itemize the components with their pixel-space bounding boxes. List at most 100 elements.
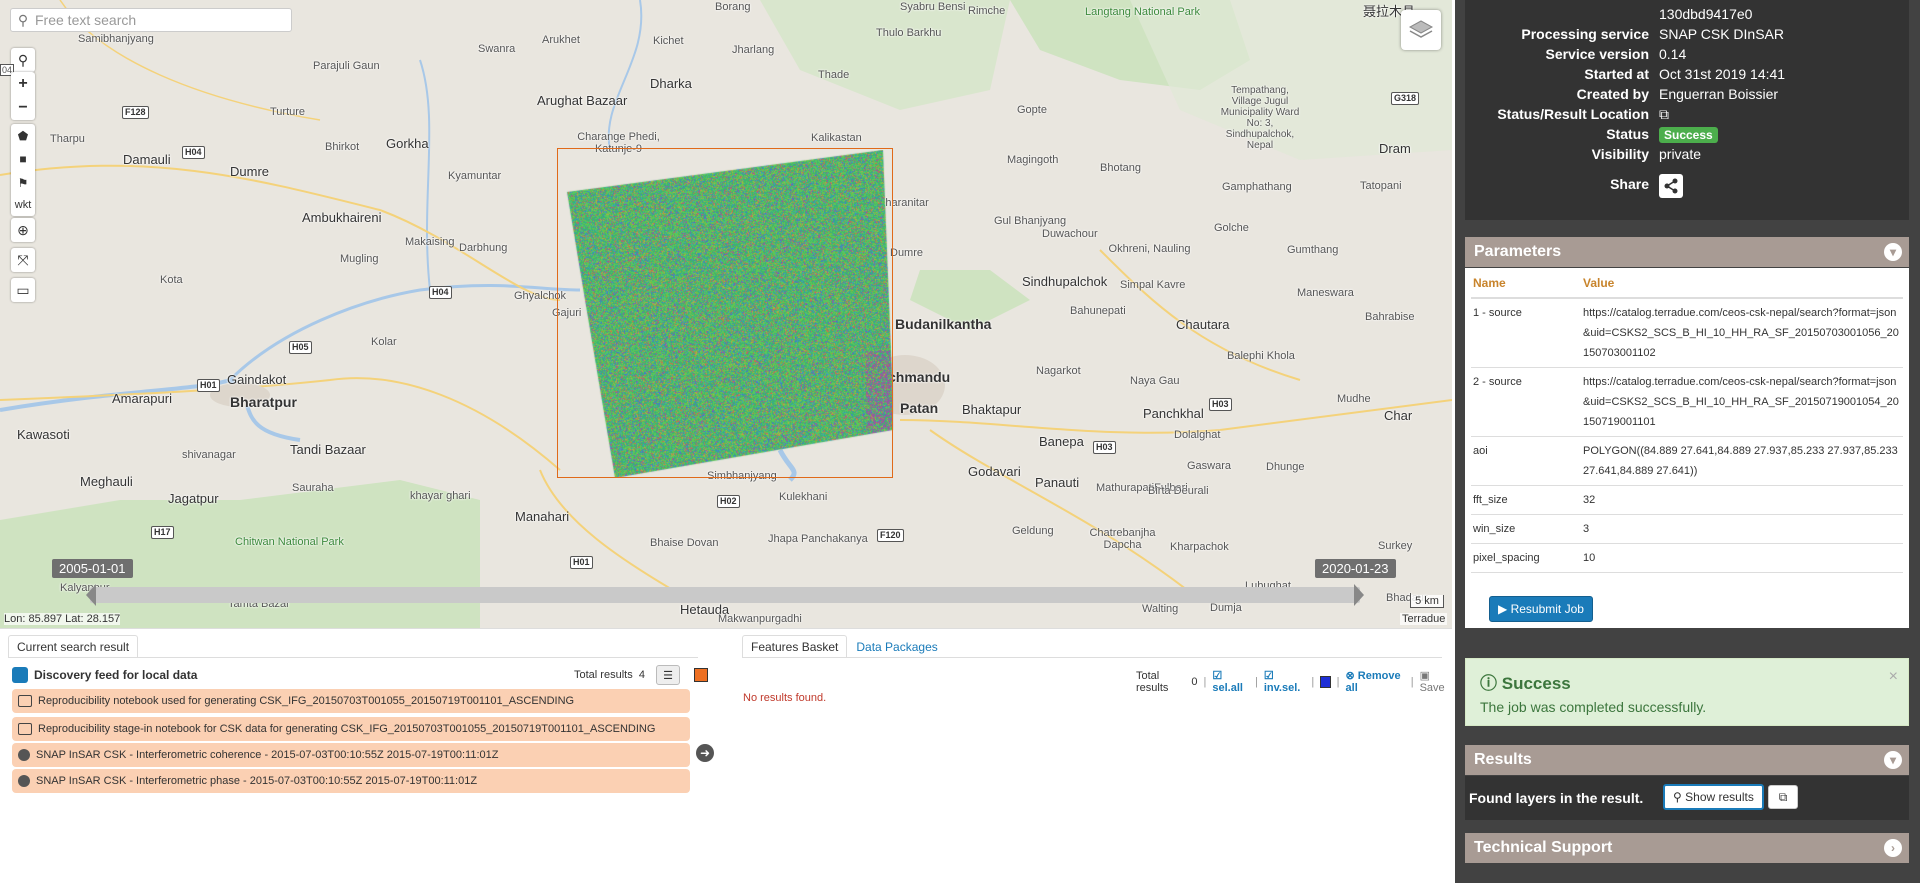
map-place-label: Naya Gau (1130, 375, 1180, 387)
invert-selection-link[interactable]: ☑ inv.sel. (1264, 669, 1306, 694)
detail-value: 0.14 (1659, 46, 1686, 62)
tab-data-packages[interactable]: Data Packages (847, 635, 946, 658)
scale-bar: 5 km (1410, 595, 1444, 608)
found-layers-text: Found layers in the result. (1469, 790, 1643, 806)
table-row: fft_size 32 (1471, 486, 1903, 515)
basket-color-swatch[interactable] (1320, 676, 1330, 688)
map-place-label: Bhirkot (325, 141, 359, 153)
select-all-label: sel.all (1212, 682, 1243, 694)
map-search-box[interactable]: ⚲ (10, 8, 292, 32)
layers-switcher-button[interactable] (1401, 10, 1441, 50)
globe-icon (18, 775, 30, 787)
ruler-icon: ▭ (16, 282, 29, 299)
road-shield: H04 (429, 286, 452, 299)
search-input[interactable] (35, 12, 291, 28)
map-place-label: Meghauli (80, 474, 133, 489)
layers-icon (1408, 19, 1434, 41)
map-place-label: Amarapuri (112, 391, 172, 406)
map-place-label: Gaswara (1187, 460, 1231, 472)
globe-tool-button[interactable]: ⊕ (11, 218, 35, 242)
map-place-label: Makwanpurgadhi (718, 613, 802, 625)
total-count: 4 (639, 669, 645, 681)
status-row: Status Success (1465, 126, 1909, 144)
map-place-label: Chitwan National Park (235, 536, 344, 548)
separator: | (1311, 676, 1314, 688)
resubmit-job-button[interactable]: ▶ Resubmit Job (1489, 596, 1593, 622)
technical-support-header[interactable]: Technical Support › (1465, 833, 1909, 863)
map-place-label: chmandu (888, 369, 950, 385)
detail-key: Processing service (1521, 26, 1649, 42)
copy-button[interactable]: ⧉ (1768, 785, 1798, 809)
show-results-button[interactable]: ⚲ Show results (1663, 784, 1764, 810)
separator: | (1255, 676, 1258, 688)
map-place-label: Gaindakot (227, 372, 286, 387)
map-place-label: Arukhet (542, 34, 580, 46)
map-place-label: Kota (160, 274, 183, 286)
result-item[interactable]: SNAP InSAR CSK - Interferometric phase -… (12, 769, 690, 793)
map-attribution: Terradue (1400, 613, 1447, 625)
measure-button[interactable]: ▭ (11, 278, 35, 302)
result-item[interactable]: Reproducibility stage-in notebook for CS… (12, 717, 690, 741)
map-view[interactable]: Borang Syabru Bensi Rimche Langtang Nationa… (0, 0, 1452, 628)
right-tabbar: Features Basket Data Packages (742, 635, 947, 658)
zoom-control[interactable]: + − (11, 72, 35, 120)
draw-wkt-button[interactable]: wkt (15, 199, 32, 211)
success-icon: ⓘ (1480, 674, 1497, 693)
map-place-label: Bhaktapur (962, 402, 1021, 417)
save-link[interactable]: ▣ Save (1420, 669, 1452, 694)
timeline-end-handle[interactable] (1354, 584, 1364, 606)
divider (8, 657, 698, 658)
parameters-table: Name Value 1 - source https://catalog.te… (1465, 268, 1909, 628)
invert-selection-label: inv.sel. (1264, 682, 1300, 694)
map-place-label: Gumthang (1287, 244, 1338, 256)
map-place-label: Magingoth (1007, 154, 1058, 166)
zoom-in-button[interactable]: + (18, 72, 27, 96)
result-item[interactable]: SNAP InSAR CSK - Interferometric coheren… (12, 743, 690, 767)
map-place-label: Dumre (230, 164, 269, 179)
search-tool-button[interactable]: ⚲ (11, 48, 35, 72)
map-place-label: Kulekhani (779, 491, 827, 503)
col-value-header: Value (1581, 272, 1903, 298)
road-shield: H03 (1093, 441, 1116, 454)
result-color-swatch[interactable] (694, 668, 708, 682)
external-link-icon[interactable]: ⧉ (1659, 106, 1669, 123)
table-row: 2 - source https://catalog.terradue.com/… (1471, 368, 1903, 437)
search-icon: ⚲ (11, 12, 35, 29)
no-results-message: No results found. (743, 692, 826, 704)
timeline-start-handle[interactable] (86, 584, 96, 606)
remove-all-link[interactable]: ⊗ Remove all (1346, 669, 1405, 694)
magnifier-icon: ⚲ (18, 52, 28, 69)
tab-features-basket[interactable]: Features Basket (742, 635, 847, 658)
fullscreen-button[interactable]: ⤧ (11, 248, 35, 272)
results-header[interactable]: Results ▾ (1465, 745, 1909, 775)
timeline-slider[interactable] (90, 587, 1360, 603)
list-view-button[interactable]: ☰ (656, 665, 680, 685)
notebook-icon (18, 695, 32, 707)
close-icon[interactable]: × (1889, 668, 1898, 686)
zoom-out-button[interactable]: − (18, 96, 27, 120)
map-place-label: Gamphathang (1222, 181, 1292, 193)
select-all-link[interactable]: ☑ sel.all (1212, 669, 1249, 694)
parameters-header[interactable]: Parameters ▾ (1465, 237, 1909, 267)
result-item[interactable]: Reproducibility notebook used for genera… (12, 689, 690, 713)
map-place-label: Darbhung (459, 242, 507, 254)
draw-polygon-icon[interactable]: ⬟ (18, 129, 28, 143)
draw-point-icon[interactable]: ⚑ (18, 176, 29, 190)
map-place-label: Chatrebanjha Dapcha (1080, 527, 1165, 551)
results-title: Results (1474, 751, 1532, 768)
map-place-label: Langtang National Park (1085, 6, 1200, 18)
basket-toolbar: Total results 0 | ☑ sel.all | ☑ inv.sel.… (1136, 669, 1452, 694)
tab-current-search-result[interactable]: Current search result (8, 635, 138, 658)
draw-toolbar[interactable]: ⬟ ■ ⚑ wkt (11, 124, 35, 216)
map-place-label: Kalikastan (811, 132, 862, 144)
result-location-row: Status/Result Location ⧉ (1465, 106, 1909, 124)
detail-key: Visibility (1592, 146, 1649, 162)
draw-rectangle-icon[interactable]: ■ (19, 152, 26, 166)
service-version-row: Service version 0.14 (1465, 46, 1909, 64)
map-place-label: Borang (715, 1, 750, 13)
next-page-button[interactable]: ➜ (696, 744, 714, 762)
share-button[interactable] (1659, 174, 1683, 198)
arrow-right-icon: ➜ (700, 746, 710, 760)
map-place-label: Makaising (405, 236, 455, 248)
map-place-label: Kolar (371, 336, 397, 348)
